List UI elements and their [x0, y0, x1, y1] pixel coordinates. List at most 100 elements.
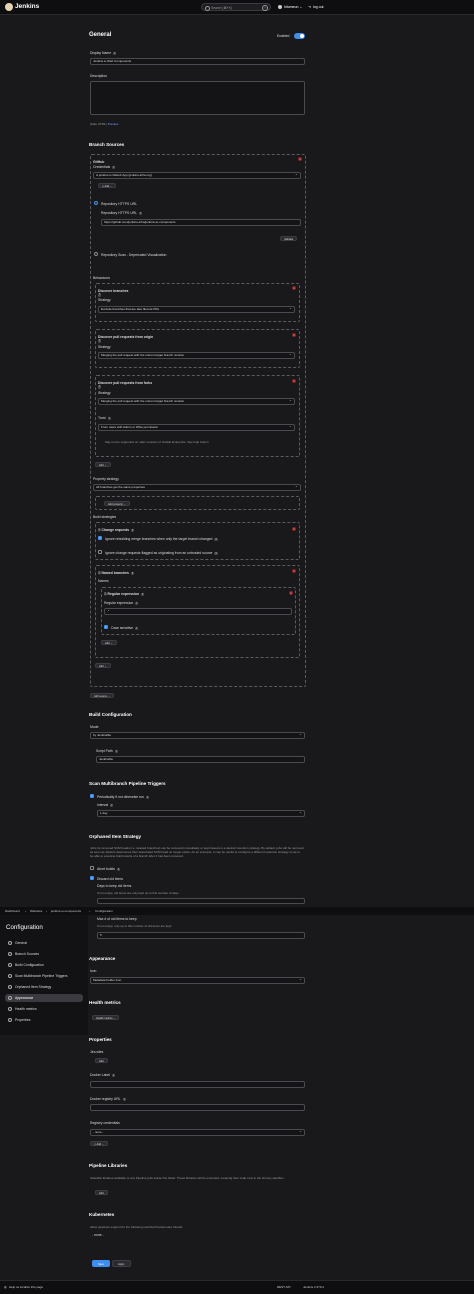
docker-label-field[interactable]	[90, 1081, 305, 1088]
breadcrumb-item[interactable]: Dashboard	[5, 907, 20, 915]
help-icon[interactable]: ?	[113, 51, 117, 55]
search-input[interactable]: Search (⌘+K) ?	[201, 3, 271, 12]
discard-old-checkbox[interactable]	[90, 876, 94, 880]
jira-add-button[interactable]: Add	[95, 1058, 108, 1063]
delete-behaviour-button[interactable]: ×	[292, 379, 296, 383]
help-icon[interactable]: ?	[112, 165, 116, 169]
localize-link[interactable]: Help us localize this page	[9, 1281, 43, 1294]
help-icon[interactable]: ?	[107, 416, 111, 420]
delete-behaviour-button[interactable]: ×	[292, 333, 296, 337]
script-path-field[interactable]: Jenkinsfile	[96, 756, 305, 763]
discover-prs-origin-strategy-select[interactable]: Merging the pull request with the curren…	[98, 352, 295, 359]
display-name-label: Display Name?	[90, 51, 117, 55]
help-icon[interactable]: ?	[214, 551, 218, 555]
periodic-checkbox[interactable]	[90, 794, 94, 798]
docker-registry-field[interactable]	[90, 1104, 305, 1111]
help-icon[interactable]: ?	[214, 537, 218, 541]
logout-link[interactable]: ⇥ log out	[308, 3, 324, 11]
display-name-field[interactable]: Jenkins.io Web Components	[90, 58, 305, 65]
help-icon[interactable]: ?	[110, 803, 114, 807]
orphaned-description: Jobs for removed SCM heads (i.e. deleted…	[90, 846, 304, 859]
sidebar-item-properties[interactable]: Properties	[5, 1016, 83, 1024]
help-icon[interactable]: ?	[131, 528, 135, 532]
property-strategy-select[interactable]: All branches get the same properties	[93, 484, 301, 491]
delete-regex-button[interactable]: ×	[289, 591, 293, 595]
help-icon[interactable]: ?	[98, 339, 102, 343]
help-icon[interactable]: ?	[116, 867, 121, 871]
help-icon[interactable]: ?	[122, 1097, 126, 1101]
app-name[interactable]: Jenkins	[15, 3, 39, 10]
add-label: Add	[104, 185, 110, 188]
help-icon[interactable]: ?	[135, 601, 139, 605]
ignore-rebuild-checkbox[interactable]	[98, 536, 102, 540]
add-source-button[interactable]: Add source ⌄	[90, 693, 115, 698]
footer: ◍ Help us localize this page REST API Je…	[0, 1280, 474, 1294]
repo-url-field[interactable]: https://github.com/jenkins-infra/jenkins…	[101, 219, 301, 226]
help-icon[interactable]: ?	[130, 571, 135, 575]
breadcrumb-item[interactable]: jenkins-io-components	[51, 907, 81, 915]
repo-https-field-label: Repository HTTPS URL?	[101, 211, 143, 215]
kubernetes-value[interactable]: - none -	[92, 1233, 104, 1237]
icon-select[interactable]: Metadata Folder Icon	[90, 977, 305, 984]
add-name-button[interactable]: Add ⌄	[101, 640, 117, 645]
help-icon[interactable]: ?	[141, 592, 145, 596]
interval-select[interactable]: 1 day	[97, 810, 305, 817]
help-icon[interactable]: ?	[139, 211, 143, 215]
ignore-untrusted-label: Ignore change requests flagged as origin…	[105, 551, 218, 555]
add-strategy-button[interactable]: Add ⌄	[95, 663, 111, 668]
add-credentials-button[interactable]: ⚷ Add ⌄	[98, 183, 117, 188]
help-icon[interactable]: ?	[98, 385, 102, 389]
help-icon[interactable]: ?	[114, 749, 118, 753]
breadcrumb-item[interactable]: Configuration	[95, 907, 113, 915]
help-icon[interactable]: ?	[111, 1073, 116, 1077]
help-icon[interactable]: ?	[262, 5, 268, 12]
behaviours-label: Behaviours	[93, 276, 110, 280]
sidebar-item-appearance[interactable]: Appearance	[5, 994, 83, 1002]
case-sensitive-checkbox[interactable]	[104, 625, 108, 629]
version-link[interactable]: Jenkins 2.370.2	[303, 1281, 324, 1294]
repo-https-radio[interactable]	[94, 201, 98, 205]
help-icon[interactable]: ?	[145, 795, 150, 799]
discover-branches-strategy-select[interactable]: Exclude branches that are also filed as …	[98, 306, 295, 313]
registry-credentials-select[interactable]: - none -	[90, 1129, 305, 1136]
save-button[interactable]: Save	[92, 1260, 110, 1267]
delete-source-button[interactable]: ×	[298, 157, 302, 161]
health-metrics-button[interactable]: Health metrics ⌄	[92, 1015, 120, 1020]
jenkins-logo-icon[interactable]	[5, 3, 13, 11]
delete-strategy-button[interactable]: ×	[292, 527, 296, 531]
delete-strategy-button[interactable]: ×	[292, 569, 296, 573]
apply-button[interactable]: Apply	[112, 1260, 131, 1267]
add-behaviour-button[interactable]: Add ⌄	[95, 462, 111, 467]
credentials-select[interactable]: ci.jenkins.io GitHub App (jenkins-infra …	[93, 172, 301, 179]
trust-select[interactable]: From users with Admin or Write permissio…	[98, 424, 295, 431]
sidebar-item-health-metrics[interactable]: Health metrics	[5, 1005, 83, 1013]
sidebar-item-general[interactable]: General	[5, 939, 83, 947]
validate-button[interactable]: Validate	[280, 236, 298, 241]
sidebar-item-orphaned[interactable]: Orphaned Item Strategy	[5, 983, 83, 991]
regex-field[interactable]: .*	[104, 608, 292, 615]
days-field[interactable]	[97, 898, 305, 904]
sidebar-item-build-configuration[interactable]: Build Configuration	[5, 961, 83, 969]
enabled-toggle[interactable]	[294, 33, 305, 39]
registry-add-button[interactable]: ⚷ Add ⌄	[90, 1141, 109, 1146]
description-textarea[interactable]	[90, 81, 305, 115]
abort-builds-checkbox[interactable]	[90, 866, 94, 870]
user-menu[interactable]: hitomeun ⌄	[278, 3, 302, 11]
repo-scan-radio[interactable]	[94, 252, 98, 256]
search-icon	[205, 5, 210, 11]
help-icon[interactable]: ?	[135, 626, 139, 630]
discover-prs-forks-strategy-select[interactable]: Merging the pull request with the curren…	[98, 398, 295, 405]
mode-select[interactable]: by Jenkinsfile	[90, 732, 305, 739]
preview-link[interactable]: Preview	[108, 122, 119, 126]
add-property-button[interactable]: Add property ⌄	[104, 501, 130, 506]
rest-api-link[interactable]: REST API	[277, 1281, 290, 1294]
breadcrumb-item[interactable]: Websites	[30, 907, 42, 915]
max-field[interactable]: 5	[97, 932, 305, 939]
delete-behaviour-button[interactable]: ×	[292, 286, 296, 290]
help-icon[interactable]: ?	[98, 293, 102, 297]
description-label: Description	[90, 74, 107, 78]
pipeline-libraries-add-button[interactable]: Add	[95, 1190, 108, 1195]
ignore-untrusted-checkbox[interactable]	[98, 550, 102, 554]
sidebar-item-scan-triggers[interactable]: Scan Multibranch Pipeline Triggers	[5, 972, 83, 980]
sidebar-item-branch-sources[interactable]: Branch Sources	[5, 950, 83, 958]
